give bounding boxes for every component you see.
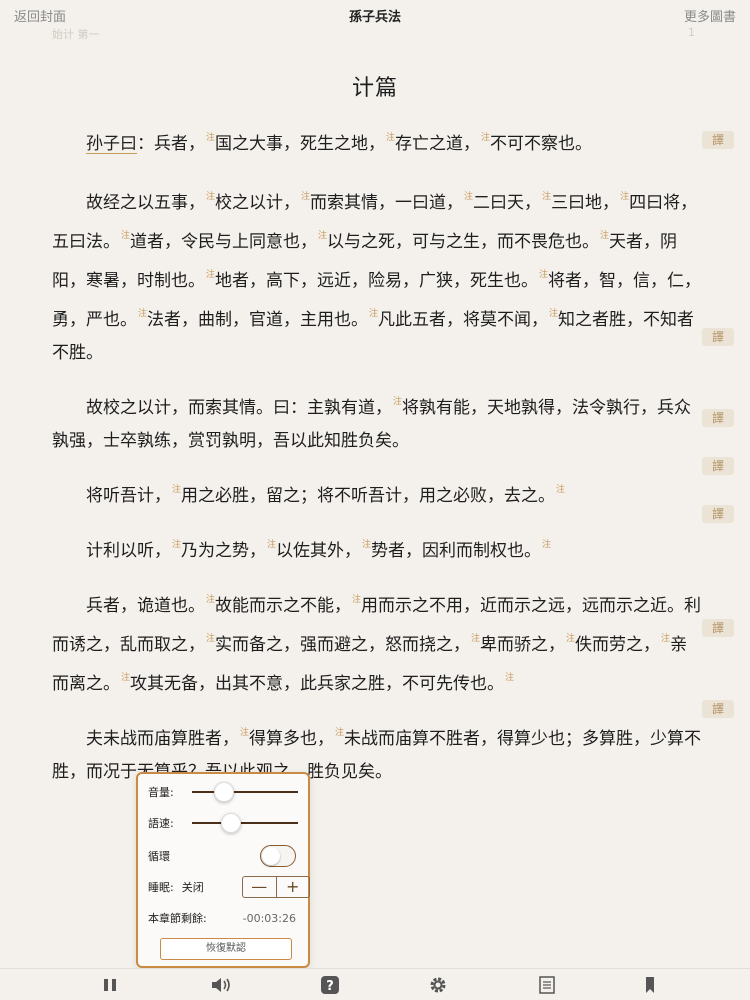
sleep-value: 关闭 xyxy=(181,881,204,894)
faded-header-text: 始计 第一 xyxy=(52,28,100,41)
translate-button[interactable]: 譯 xyxy=(702,409,734,427)
volume-label: 音量: xyxy=(148,786,174,799)
speed-slider-knob[interactable] xyxy=(221,813,242,833)
annotation-marker[interactable]: 注 xyxy=(549,309,558,319)
sleep-decrease-button[interactable]: — xyxy=(243,877,277,897)
paragraph-6[interactable]: 兵者，诡道也。注故能而示之不能，注用而示之不用，近而示之远，远而示之近。利而诱之… xyxy=(52,584,702,701)
speed-label: 語速: xyxy=(148,817,174,830)
remaining-row: 本章節剩餘: -00:03:26 xyxy=(148,906,298,930)
sleep-stepper[interactable]: — + xyxy=(242,876,310,898)
speed-slider[interactable] xyxy=(192,813,298,833)
annotation-marker[interactable]: 注 xyxy=(464,192,473,202)
annotation-marker[interactable]: 注 xyxy=(393,397,402,407)
annotation-marker[interactable]: 注 xyxy=(369,309,378,319)
annotation-marker[interactable]: 注 xyxy=(620,192,629,202)
annotation-marker[interactable]: 注 xyxy=(566,634,575,644)
translate-button[interactable]: 譯 xyxy=(702,700,734,718)
sleep-label: 睡眠: xyxy=(148,881,174,894)
volume-slider[interactable] xyxy=(192,782,298,802)
pause-icon[interactable] xyxy=(100,975,120,995)
annotation-marker[interactable]: 注 xyxy=(505,673,514,683)
annotation-marker[interactable]: 注 xyxy=(539,270,548,280)
annotation-marker[interactable]: 注 xyxy=(121,231,130,241)
annotation-marker[interactable]: 注 xyxy=(240,728,249,738)
annotation-marker[interactable]: 注 xyxy=(661,634,670,644)
gear-icon[interactable] xyxy=(428,975,448,995)
translate-button[interactable]: 譯 xyxy=(702,619,734,637)
sleep-row: 睡眠: 关闭 — + xyxy=(148,875,310,899)
annotation-marker[interactable]: 注 xyxy=(556,485,565,495)
annotation-marker[interactable]: 注 xyxy=(318,231,327,241)
sleep-increase-button[interactable]: + xyxy=(277,877,310,897)
annotation-marker[interactable]: 注 xyxy=(206,270,215,280)
paragraph-1[interactable]: 孙子曰：兵者，注国之大事，死生之地，注存亡之道，注不可不察也。 xyxy=(52,122,702,161)
translate-button[interactable]: 譯 xyxy=(702,131,734,149)
annotation-marker[interactable]: 注 xyxy=(600,231,609,241)
annotation-marker[interactable]: 注 xyxy=(542,192,551,202)
book-title: 孫子兵法 xyxy=(348,9,401,25)
annotation-marker[interactable]: 注 xyxy=(206,595,215,605)
paragraph-3[interactable]: 故校之以计，而索其情。曰：主孰有道，注将孰有能，天地孰得，法令孰行，兵众孰强，士… xyxy=(52,386,702,458)
audio-settings-popover: 音量: 語速: 循環 睡眠: 关闭 — + 本章節剩餘: -00:03:26 恢… xyxy=(136,772,310,976)
paragraph-4[interactable]: 将听吾计，注用之必胜，留之；将不听吾计，用之必败，去之。注 xyxy=(52,474,702,513)
annotation-marker[interactable]: 注 xyxy=(206,634,215,644)
annotation-marker[interactable]: 注 xyxy=(138,309,147,319)
annotation-marker[interactable]: 注 xyxy=(481,133,490,143)
loop-row: 循環 xyxy=(148,844,298,868)
annotation-marker[interactable]: 注 xyxy=(335,728,344,738)
chapter-title: 计篇 xyxy=(351,76,398,101)
annotation-marker[interactable]: 注 xyxy=(121,673,130,683)
svg-text:?: ? xyxy=(326,979,334,994)
annotation-marker[interactable]: 注 xyxy=(352,595,361,605)
annotation-marker[interactable]: 注 xyxy=(471,634,480,644)
paragraph-5[interactable]: 计利以听，注乃为之势，注以佐其外，注势者，因利而制权也。注 xyxy=(52,529,702,568)
paragraph-2[interactable]: 故经之以五事，注校之以计，注而索其情，一曰道，注二曰天，注三曰地，注四曰将，五曰… xyxy=(52,181,702,370)
chapter-content: 孙子曰：兵者，注国之大事，死生之地，注存亡之道，注不可不察也。 故经之以五事，注… xyxy=(52,122,702,805)
back-to-cover-button[interactable]: 返回封面 xyxy=(14,6,66,25)
annotation-marker[interactable]: 注 xyxy=(386,133,395,143)
translate-button[interactable]: 譯 xyxy=(702,457,734,475)
speaker-icon[interactable] xyxy=(210,975,230,995)
contents-icon[interactable] xyxy=(537,975,557,995)
remaining-time: -00:03:26 xyxy=(242,911,296,925)
more-books-button[interactable]: 更多圖書 xyxy=(684,6,736,25)
highlighted-text[interactable]: 孙子曰 xyxy=(86,134,137,154)
volume-slider-knob[interactable] xyxy=(213,782,234,802)
remaining-label: 本章節剩餘: xyxy=(148,912,207,925)
annotation-marker[interactable]: 注 xyxy=(172,540,181,550)
annotation-marker[interactable]: 注 xyxy=(542,540,551,550)
top-bar: 返回封面 孫子兵法 更多圖書 xyxy=(0,0,750,30)
bookmark-icon[interactable] xyxy=(640,975,660,995)
loop-toggle-knob xyxy=(262,847,280,865)
annotation-marker[interactable]: 注 xyxy=(267,540,276,550)
faded-page-number: 1 xyxy=(688,26,695,39)
restore-defaults-button[interactable]: 恢復默認 xyxy=(160,938,292,960)
annotation-marker[interactable]: 注 xyxy=(206,192,215,202)
translate-button[interactable]: 譯 xyxy=(702,505,734,523)
help-icon[interactable]: ? xyxy=(320,975,340,995)
loop-toggle[interactable] xyxy=(260,845,296,867)
annotation-marker[interactable]: 注 xyxy=(362,540,371,550)
annotation-marker[interactable]: 注 xyxy=(206,133,215,143)
annotation-marker[interactable]: 注 xyxy=(172,485,181,495)
annotation-marker[interactable]: 注 xyxy=(301,192,310,202)
bottom-toolbar: ? xyxy=(0,968,750,1000)
speed-row: 語速: xyxy=(148,811,298,835)
translate-button[interactable]: 譯 xyxy=(702,328,734,346)
volume-row: 音量: xyxy=(148,780,298,804)
loop-label: 循環 xyxy=(148,850,170,863)
